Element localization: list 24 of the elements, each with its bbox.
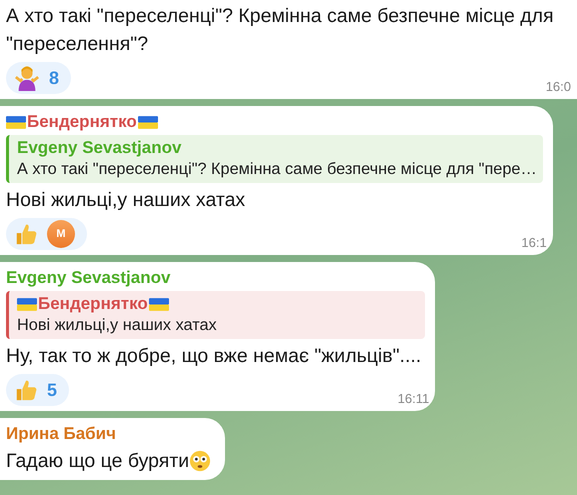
message-text: Нові жильці,у наших хатах xyxy=(6,188,246,213)
message-time: 16:1 xyxy=(521,235,548,250)
message-text: Гадаю що це буряти xyxy=(6,449,190,474)
reaction-count: 8 xyxy=(49,68,60,88)
avatar: М xyxy=(47,220,75,248)
reply-text: А хто такі "переселенці"? Кремінна саме безпечне місце для "пере… xyxy=(17,160,537,179)
sender-name[interactable]: Evgeny Sevastjanov xyxy=(6,268,170,288)
reaction-chip[interactable]: 5 xyxy=(6,374,70,406)
message-time: 16:0 xyxy=(546,79,572,94)
flag-icon xyxy=(17,296,37,312)
reply-sender: Evgeny Sevastjanov xyxy=(17,138,182,158)
message-text: А хто такі "переселенці"? Кремінна саме безпечне місце для "переселення"? xyxy=(6,4,555,57)
reaction-chip[interactable]: 8 xyxy=(6,62,72,94)
reaction-chip[interactable]: М xyxy=(6,218,87,250)
reply-quote[interactable]: Бендернятко Нові жильці,у наших хатах xyxy=(6,291,426,339)
sender-name[interactable]: Бендернятко xyxy=(27,112,137,132)
reply-sender: Бендернятко xyxy=(38,294,148,314)
reaction-count: 5 xyxy=(47,380,58,400)
reply-quote[interactable]: Evgeny Sevastjanov А хто такі "переселенці"? Кремінна саме безпечне місце для "пере… xyxy=(6,135,543,183)
flag-icon xyxy=(148,296,169,312)
message-time: 16:11 xyxy=(398,391,430,406)
reply-text: Нові жильці,у наших хатах xyxy=(17,316,218,335)
sender-name[interactable]: Ирина Бабич xyxy=(6,424,116,444)
message-text: Ну, так то ж добре, що вже немає "жильців".... xyxy=(6,344,422,369)
